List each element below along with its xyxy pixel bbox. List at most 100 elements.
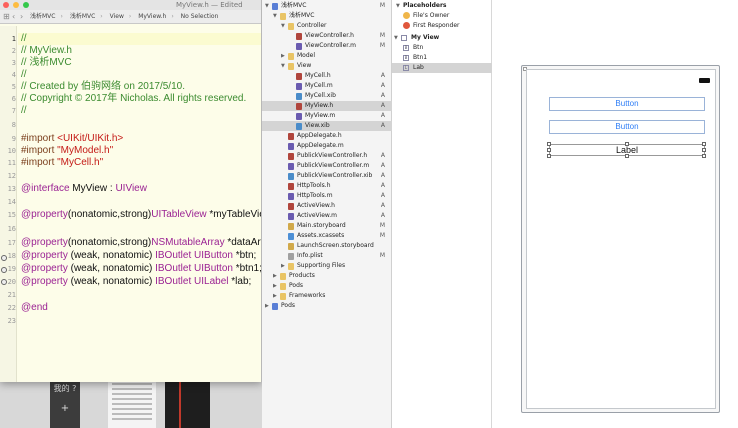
- navigator-item[interactable]: View.xib A: [262, 121, 392, 131]
- navigator-item[interactable]: PublickViewController.h A: [262, 151, 392, 161]
- breadcrumb-selection[interactable]: No Selection: [181, 13, 219, 20]
- navigator-item[interactable]: HttpTools.h A: [262, 181, 392, 191]
- disclosure-open-icon[interactable]: ▼: [273, 11, 277, 21]
- navigator-item[interactable]: Main.storyboard M: [262, 221, 392, 231]
- line-number: 6: [11, 95, 16, 103]
- code-line-22: @end: [21, 302, 48, 313]
- file-icon: [296, 103, 302, 110]
- disclosure-closed-icon[interactable]: ▶: [281, 261, 285, 271]
- navigator-item[interactable]: PublickViewController.m A: [262, 161, 392, 171]
- navigator-item[interactable]: ▶ Pods: [262, 301, 392, 311]
- line-number: 13: [7, 185, 16, 193]
- disclosure-open-icon[interactable]: ▼: [281, 61, 285, 71]
- outline-my-view[interactable]: ▼ My View: [392, 33, 492, 43]
- code-line-19: @property (weak, nonatomic) IBOutlet UIB…: [21, 263, 262, 274]
- breadcrumb-project[interactable]: 浅析MVC: [30, 13, 55, 20]
- disclosure-open-icon[interactable]: ▼: [281, 21, 285, 31]
- navigator-item[interactable]: MyView.h A: [262, 101, 392, 111]
- selection-handle[interactable]: [547, 154, 551, 158]
- navigator-item[interactable]: LaunchScreen.storyboard: [262, 241, 392, 251]
- scm-status-badge: A: [380, 172, 385, 179]
- navigator-item[interactable]: ViewController.h M: [262, 31, 392, 41]
- selection-handle[interactable]: [547, 142, 551, 146]
- navigator-item[interactable]: ▼ 浅析MVC M: [262, 1, 392, 11]
- navigator-item[interactable]: Assets.xcassets M: [262, 231, 392, 241]
- navigator-item[interactable]: ▶ Model: [262, 51, 392, 61]
- selection-handle[interactable]: [547, 148, 551, 152]
- scm-status-badge: A: [380, 122, 385, 129]
- outline-item-label: Btn: [413, 44, 424, 51]
- navigator-item-label: 浅析MVC: [281, 2, 307, 9]
- disclosure-open-icon[interactable]: ▼: [265, 1, 269, 11]
- desktop-text-fragment: 我的 ?: [53, 384, 77, 393]
- outlet-connection-icon[interactable]: [1, 255, 7, 261]
- navigator-item[interactable]: ▼ Controller: [262, 21, 392, 31]
- navigator-item[interactable]: ▼ View: [262, 61, 392, 71]
- selection-handle[interactable]: [625, 142, 629, 146]
- button-btn[interactable]: Button: [549, 97, 705, 111]
- close-window-button[interactable]: [3, 2, 9, 8]
- navigator-item[interactable]: MyCell.xib A: [262, 91, 392, 101]
- disclosure-closed-icon[interactable]: ▶: [281, 51, 285, 61]
- file-icon: [288, 153, 294, 160]
- folder-icon: [280, 13, 286, 20]
- scm-status-badge: M: [379, 252, 385, 259]
- navigator-item[interactable]: MyCell.h A: [262, 71, 392, 81]
- folder-icon: [288, 263, 294, 270]
- navigator-item-label: AppDelegate.m: [297, 142, 344, 149]
- navigator-item[interactable]: ActiveView.m A: [262, 211, 392, 221]
- outlet-connection-icon[interactable]: [1, 267, 7, 273]
- zoom-window-button[interactable]: [23, 2, 30, 8]
- navigator-item[interactable]: PublickViewController.xib A: [262, 171, 392, 181]
- breadcrumb-file[interactable]: MyView.h: [138, 13, 166, 20]
- navigator-item[interactable]: AppDelegate.m: [262, 141, 392, 151]
- file-icon: [296, 43, 302, 50]
- navigator-item[interactable]: ▶ Frameworks: [262, 291, 392, 301]
- navigator-item-label: 浅析MVC: [289, 12, 315, 19]
- button-btn1[interactable]: Button: [549, 120, 705, 134]
- outline-item[interactable]: B Btn1: [392, 53, 492, 63]
- outline-first-responder[interactable]: First Responder: [392, 21, 492, 31]
- navigator-item[interactable]: AppDelegate.h: [262, 131, 392, 141]
- view-frame[interactable]: Button Button Label: [521, 65, 720, 413]
- navigator-item[interactable]: MyCell.m A: [262, 81, 392, 91]
- navigator-item[interactable]: ▼ 浅析MVC: [262, 11, 392, 21]
- selection-handle[interactable]: [702, 148, 706, 152]
- outline-item[interactable]: L Lab: [392, 63, 492, 73]
- navigator-item[interactable]: ▶ Products: [262, 271, 392, 281]
- navigator-item[interactable]: ▶ Pods: [262, 281, 392, 291]
- breadcrumb-folder[interactable]: View: [110, 13, 124, 20]
- navigator-item[interactable]: HttpTools.m A: [262, 191, 392, 201]
- outlet-connection-icon[interactable]: [1, 279, 7, 285]
- outline-files-owner[interactable]: File's Owner: [392, 11, 492, 21]
- disclosure-closed-icon[interactable]: ▶: [265, 301, 269, 311]
- selection-handle[interactable]: [702, 142, 706, 146]
- line-number: 11: [7, 159, 16, 167]
- navigator-item-label: HttpTools.m: [297, 192, 333, 199]
- selection-handle[interactable]: [625, 154, 629, 158]
- navigator-item[interactable]: ActiveView.h A: [262, 201, 392, 211]
- my-view[interactable]: Button Button Label: [526, 69, 716, 409]
- outline-placeholders-header[interactable]: ▼ Placeholders: [392, 1, 492, 11]
- navigator-item[interactable]: MyView.m A: [262, 111, 392, 121]
- outline-item[interactable]: B Btn: [392, 43, 492, 53]
- disclosure-closed-icon[interactable]: ▶: [273, 271, 277, 281]
- interface-builder-canvas[interactable]: Button Button Label: [493, 0, 738, 428]
- forward-arrow-icon[interactable]: ›: [20, 12, 23, 22]
- selection-handle[interactable]: [702, 154, 706, 158]
- navigator-item-label: ViewController.h: [305, 32, 354, 39]
- scm-status-badge: A: [380, 152, 385, 159]
- file-icon: [296, 33, 302, 40]
- navigator-item[interactable]: Info.plist M: [262, 251, 392, 261]
- navigator-item[interactable]: ViewController.m M: [262, 41, 392, 51]
- related-items-icon[interactable]: ⊞: [3, 12, 10, 22]
- breadcrumb-group[interactable]: 浅析MVC: [70, 13, 95, 20]
- file-icon: [296, 73, 302, 80]
- disclosure-closed-icon[interactable]: ▶: [273, 281, 277, 291]
- navigator-item[interactable]: ▶ Supporting Files: [262, 261, 392, 271]
- disclosure-closed-icon[interactable]: ▶: [273, 291, 277, 301]
- scm-status-badge: A: [380, 82, 385, 89]
- back-arrow-icon[interactable]: ‹: [12, 12, 15, 22]
- scm-status-badge: M: [379, 32, 385, 39]
- minimize-window-button[interactable]: [13, 2, 20, 8]
